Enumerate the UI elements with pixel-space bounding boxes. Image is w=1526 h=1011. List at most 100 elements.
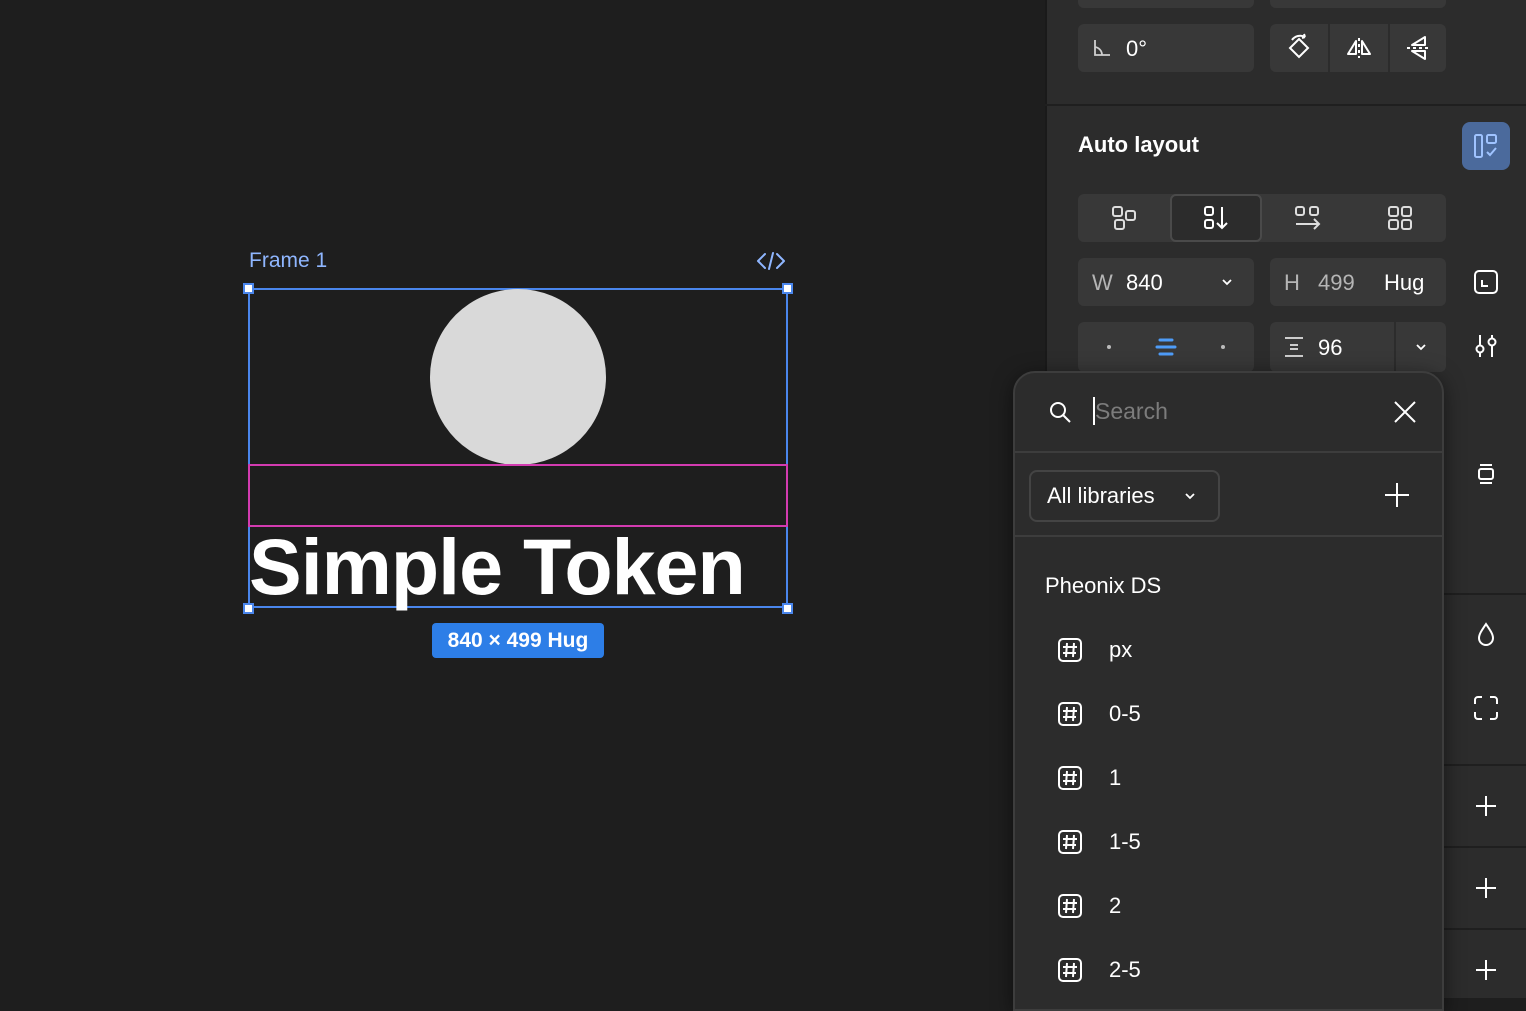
- clip-icon: [1478, 464, 1494, 484]
- add-stroke-button[interactable]: [1462, 864, 1510, 912]
- section-divider: [1444, 846, 1526, 848]
- align-dot-right[interactable]: [1221, 345, 1225, 349]
- variable-picker-popup: Search All libraries Pheonix DS px 0-5 1…: [1013, 371, 1444, 1011]
- opacity-button[interactable]: [1462, 611, 1510, 659]
- rotation-field[interactable]: 0°: [1078, 24, 1254, 72]
- token-item[interactable]: 2-5: [1015, 938, 1442, 1002]
- token-label: px: [1109, 637, 1133, 662]
- rotation-value: 0°: [1126, 36, 1148, 61]
- direction-horizontal-button[interactable]: [1262, 194, 1354, 242]
- resize-handle-top-right[interactable]: [782, 283, 793, 294]
- popup-divider: [1015, 535, 1442, 537]
- plus-icon: [1476, 878, 1496, 898]
- plus-icon[interactable]: [1383, 481, 1411, 509]
- flip-horizontal-icon: [1347, 38, 1371, 58]
- token-item[interactable]: 1: [1015, 746, 1442, 810]
- number-variable-icon: [1058, 702, 1082, 726]
- library-group-title: Pheonix DS: [1045, 573, 1162, 598]
- resize-handle-bottom-left[interactable]: [243, 603, 254, 614]
- gap-field[interactable]: 96: [1270, 322, 1446, 372]
- layout-direction-group: [1078, 194, 1446, 242]
- height-value: 499: [1318, 270, 1355, 295]
- number-variable-icon: [1058, 830, 1082, 854]
- width-field[interactable]: W 840: [1078, 258, 1254, 306]
- chevron-down-icon[interactable]: [1414, 341, 1428, 353]
- chevron-down-icon[interactable]: [1220, 276, 1234, 288]
- arrow-down-layout-icon: [1204, 206, 1228, 230]
- arrow-right-layout-icon: [1295, 206, 1321, 230]
- library-select[interactable]: All libraries: [1029, 470, 1220, 522]
- corner-radius-button[interactable]: [1462, 684, 1510, 732]
- section-divider: [1045, 104, 1526, 106]
- align-dot-left[interactable]: [1107, 345, 1111, 349]
- token-label: 0-5: [1109, 701, 1141, 726]
- search-icon: [1050, 402, 1071, 423]
- number-variable-icon: [1058, 958, 1082, 982]
- width-value: 840: [1126, 270, 1163, 295]
- width-label: W: [1092, 270, 1113, 295]
- auto-layout-toggle-button[interactable]: [1462, 122, 1510, 170]
- auto-layout-icon: [1474, 134, 1497, 158]
- grid-icon: [1388, 206, 1412, 230]
- token-label: 2-5: [1109, 957, 1141, 982]
- transform-buttons: [1270, 24, 1446, 72]
- flip-horizontal-button[interactable]: [1330, 24, 1390, 72]
- add-fill-button[interactable]: [1462, 782, 1510, 830]
- resizing-button[interactable]: [1462, 258, 1510, 306]
- resize-handle-top-left[interactable]: [243, 283, 254, 294]
- popup-divider: [1015, 451, 1442, 453]
- direction-vertical-button[interactable]: [1170, 194, 1262, 242]
- align-center-icon[interactable]: [1154, 336, 1178, 360]
- position-x-field[interactable]: [1078, 0, 1254, 8]
- token-item[interactable]: 2: [1015, 874, 1442, 938]
- drop-icon: [1477, 622, 1495, 646]
- direction-freeform-button[interactable]: [1078, 194, 1170, 242]
- library-select-label: All libraries: [1047, 483, 1155, 508]
- rotate-90-button[interactable]: [1270, 24, 1330, 72]
- height-label: H: [1284, 270, 1300, 295]
- position-y-field[interactable]: [1270, 0, 1446, 8]
- height-mode: Hug: [1384, 270, 1425, 295]
- resize-handle-bottom-right[interactable]: [782, 603, 793, 614]
- flip-vertical-button[interactable]: [1390, 24, 1446, 72]
- token-label: 1: [1109, 765, 1122, 790]
- gap-value: 96: [1318, 335, 1343, 360]
- simple-token-text[interactable]: Simple Token: [249, 523, 746, 611]
- code-icon[interactable]: [756, 250, 786, 272]
- rotate-icon: [1288, 33, 1310, 59]
- section-divider: [1444, 764, 1526, 766]
- close-icon[interactable]: [1392, 399, 1418, 425]
- direction-grid-button[interactable]: [1354, 194, 1446, 242]
- plus-icon: [1476, 796, 1496, 816]
- vertical-gap-icon: [1285, 337, 1303, 357]
- number-variable-icon: [1058, 894, 1082, 918]
- resize-corner-icon: [1474, 270, 1498, 294]
- token-item[interactable]: px: [1015, 618, 1442, 682]
- angle-icon: [1094, 40, 1110, 56]
- clip-content-button[interactable]: [1462, 450, 1510, 498]
- alignment-box[interactable]: [1078, 322, 1254, 372]
- add-effect-button[interactable]: [1462, 946, 1510, 994]
- corners-icon: [1474, 696, 1498, 720]
- frame-label[interactable]: Frame 1: [249, 249, 327, 273]
- chevron-down-icon: [1185, 493, 1195, 500]
- token-item[interactable]: 1-5: [1015, 810, 1442, 874]
- token-label: 2: [1109, 893, 1122, 918]
- height-field[interactable]: H 499 Hug: [1270, 258, 1446, 306]
- spacer-highlight: [248, 464, 788, 527]
- layout-settings-button[interactable]: [1462, 322, 1510, 370]
- section-divider: [1444, 928, 1526, 930]
- sliders-icon: [1475, 335, 1497, 357]
- ellipse-layer[interactable]: [430, 289, 606, 465]
- token-item[interactable]: 0-5: [1015, 682, 1442, 746]
- flip-vertical-icon: [1407, 36, 1429, 60]
- plus-icon: [1476, 960, 1496, 980]
- search-input[interactable]: Search: [1095, 398, 1168, 425]
- token-label: 1-5: [1109, 829, 1141, 854]
- number-variable-icon: [1058, 638, 1082, 662]
- auto-layout-title: Auto layout: [1078, 132, 1199, 157]
- freeform-icon: [1112, 206, 1136, 230]
- number-variable-icon: [1058, 766, 1082, 790]
- size-badge: 840 × 499 Hug: [432, 623, 604, 658]
- token-list: px 0-5 1 1-5 2 2-5: [1015, 618, 1442, 1002]
